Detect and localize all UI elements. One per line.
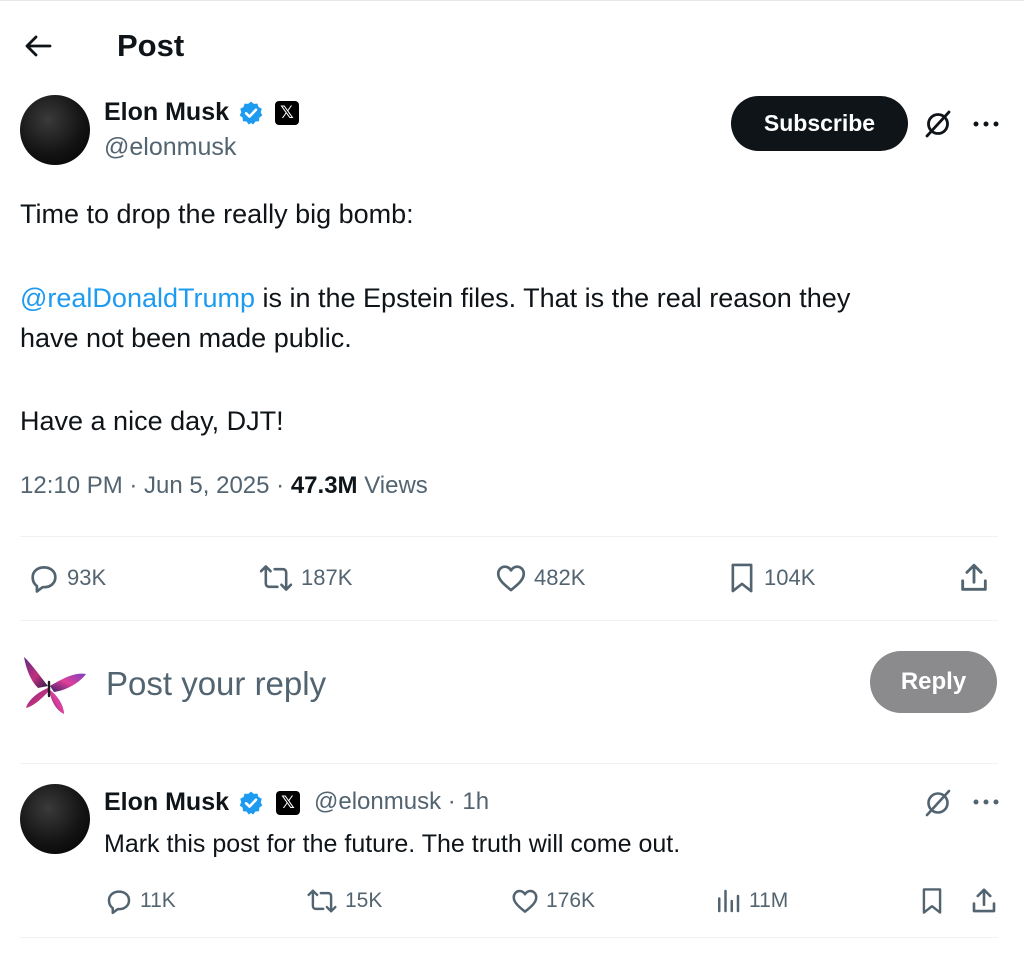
- like-action[interactable]: 176K: [510, 885, 595, 917]
- reply-button[interactable]: Reply: [870, 651, 997, 713]
- reply-icon: [31, 566, 57, 593]
- repost-icon: [259, 565, 293, 591]
- more-icon[interactable]: [972, 797, 1000, 807]
- views-action[interactable]: 11M: [713, 885, 788, 917]
- reply-action[interactable]: 11K: [104, 885, 176, 917]
- avatar[interactable]: [20, 95, 90, 165]
- timestamp[interactable]: 12:10 PM · Jun 5, 2025 ·: [20, 472, 291, 499]
- mention-link[interactable]: @realDonaldTrump: [20, 283, 255, 313]
- divider: [20, 536, 998, 537]
- bookmark-icon: [731, 563, 753, 593]
- share-icon: [972, 888, 996, 913]
- reply-count: 11K: [140, 889, 176, 912]
- divider: [20, 937, 998, 938]
- repost-icon: [307, 889, 337, 913]
- post-text-line-2: @realDonaldTrump is in the Epstein files…: [20, 278, 980, 318]
- top-border: [0, 0, 1024, 1]
- repost-action[interactable]: 187K: [257, 561, 352, 595]
- verified-icon[interactable]: [238, 100, 264, 126]
- views-count: 11M: [749, 889, 789, 912]
- bookmark-action[interactable]: 104K: [726, 561, 815, 595]
- post-text-line-4: Have a nice day, DJT!: [20, 406, 284, 436]
- share-action[interactable]: [969, 885, 999, 917]
- bookmark-action[interactable]: [918, 885, 946, 917]
- repost-count: 187K: [301, 565, 353, 590]
- bookmark-count: 104K: [764, 565, 816, 590]
- views-icon: [718, 889, 740, 913]
- author-name[interactable]: Elon Musk: [104, 98, 229, 127]
- reply-avatar[interactable]: [20, 784, 90, 854]
- like-action[interactable]: 482K: [494, 561, 585, 595]
- butterfly-icon[interactable]: [18, 652, 90, 718]
- verified-icon[interactable]: [238, 790, 264, 816]
- reply-author-name[interactable]: Elon Musk: [104, 788, 229, 817]
- grok-icon[interactable]: [923, 109, 953, 139]
- like-count: 482K: [534, 565, 586, 590]
- share-icon: [961, 563, 987, 591]
- reply-icon: [107, 890, 131, 915]
- repost-count: 15K: [345, 889, 383, 912]
- page-header: Post: [0, 22, 1024, 70]
- reply-action[interactable]: 93K: [27, 561, 106, 595]
- like-icon: [496, 565, 526, 592]
- x-badge-icon: 𝕏: [276, 791, 300, 815]
- divider: [20, 620, 998, 621]
- grok-icon[interactable]: [923, 788, 953, 818]
- repost-action[interactable]: 15K: [305, 885, 382, 917]
- reply-text: Mark this post for the future. The truth…: [104, 830, 681, 858]
- divider: [20, 763, 998, 764]
- post-meta: 12:10 PM · Jun 5, 2025 · 47.3M Views: [20, 472, 428, 500]
- post-text-line-2-rest: is in the Epstein files. That is the rea…: [255, 283, 851, 313]
- post-text-line-1: Time to drop the really big bomb:: [20, 199, 414, 229]
- like-count: 176K: [546, 889, 596, 912]
- page-title: Post: [117, 28, 185, 63]
- views-count: 47.3M: [290, 472, 358, 499]
- like-icon: [512, 889, 538, 913]
- reply-handle-time[interactable]: @elonmusk · 1h: [314, 788, 489, 816]
- bookmark-icon: [922, 888, 942, 914]
- post-text-line-3: have not been made public.: [20, 323, 352, 353]
- reply-count: 93K: [67, 565, 107, 590]
- reply-input[interactable]: [106, 660, 826, 708]
- more-icon[interactable]: [972, 119, 1000, 129]
- subscribe-button[interactable]: Subscribe: [731, 96, 908, 151]
- views-label: Views: [357, 472, 428, 499]
- back-arrow-icon[interactable]: [22, 30, 54, 62]
- share-action[interactable]: [957, 561, 991, 595]
- author-handle[interactable]: @elonmusk: [104, 133, 236, 162]
- x-badge-icon: 𝕏: [275, 101, 299, 125]
